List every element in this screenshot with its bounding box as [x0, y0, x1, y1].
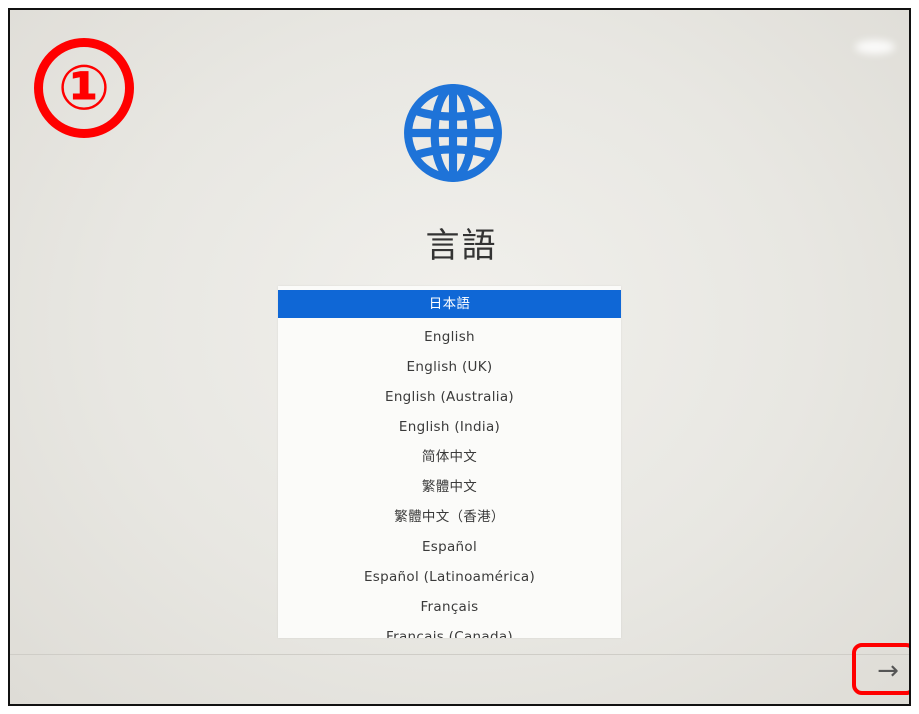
setup-screen-photo: ① 言語 日本語 English English (UK) English (Aust…	[8, 8, 911, 706]
globe-icon	[404, 84, 502, 182]
next-arrow-button[interactable]: →	[868, 656, 908, 686]
language-item[interactable]: 繁體中文（香港）	[278, 502, 621, 532]
language-item[interactable]: Español	[278, 532, 621, 562]
language-item[interactable]: 简体中文	[278, 442, 621, 472]
language-item[interactable]: 繁體中文	[278, 472, 621, 502]
language-item[interactable]: English (UK)	[278, 352, 621, 382]
language-item-selected[interactable]: 日本語	[278, 290, 621, 318]
language-item[interactable]: English	[278, 322, 621, 352]
step-number-badge: ①	[34, 38, 134, 138]
screen-glare	[855, 40, 895, 54]
bottom-divider	[10, 654, 909, 655]
language-item[interactable]: Español (Latinoamérica)	[278, 562, 621, 592]
language-item[interactable]: English (India)	[278, 412, 621, 442]
page-title: 言語	[425, 226, 498, 266]
language-item[interactable]: English (Australia)	[278, 382, 621, 412]
language-item[interactable]: Français	[278, 592, 621, 622]
language-item[interactable]: Français (Canada)	[278, 622, 621, 638]
language-list[interactable]: 日本語 English English (UK) English (Australia…	[278, 286, 621, 638]
